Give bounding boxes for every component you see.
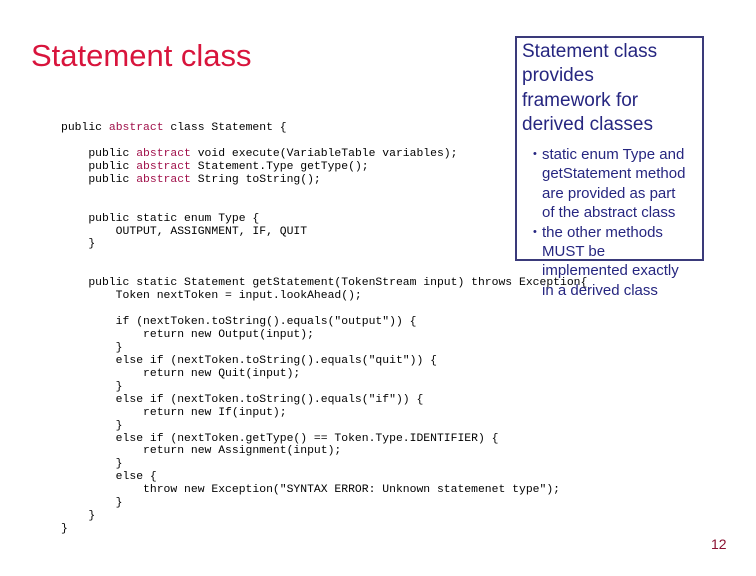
- code-line: }: [61, 458, 587, 471]
- code-text: return new Quit(input);: [61, 367, 301, 380]
- callout-heading-line: framework for: [522, 89, 639, 111]
- code-keyword: abstract: [136, 160, 191, 173]
- code-text: public: [61, 147, 137, 160]
- code-text: public static Statement getStatement(Tok…: [61, 277, 588, 290]
- code-text: }: [61, 458, 123, 471]
- bullet-text-line: implemented exactly: [542, 262, 679, 280]
- code-line: }: [61, 523, 587, 536]
- code-text: OUTPUT, ASSIGNMENT, IF, QUIT: [61, 225, 308, 238]
- code-text: public: [61, 122, 109, 134]
- code-text: }: [61, 380, 123, 393]
- code-line: public static enum Type {: [61, 213, 587, 226]
- code-line: public static Statement getStatement(Tok…: [61, 277, 587, 290]
- code-line: public abstract Statement.Type getType()…: [61, 161, 587, 174]
- bullet-text-line: getStatement method: [542, 165, 686, 183]
- code-text: public static enum Type {: [61, 212, 260, 225]
- code-text: class Statement {: [163, 122, 287, 134]
- code-text: return new Assignment(input);: [61, 445, 342, 458]
- code-text: }: [61, 238, 96, 251]
- code-line: return new If(input);: [61, 407, 587, 420]
- bullet-text-line: in a derived class: [542, 281, 658, 299]
- code-line: return new Assignment(input);: [61, 445, 587, 458]
- code-text: public: [61, 160, 137, 173]
- code-line: }: [61, 497, 587, 510]
- bullet-text-line: static enum Type and: [542, 146, 685, 163]
- code-line: }: [61, 238, 587, 251]
- code-text: }: [61, 510, 96, 523]
- code-text: if (nextToken.toString().equals("output"…: [61, 316, 417, 329]
- code-line: return new Quit(input);: [61, 368, 587, 381]
- callout-heading-line: derived classes: [522, 113, 653, 135]
- code-line: public abstract String toString();: [61, 174, 587, 187]
- code-line: else if (nextToken.toString().equals("qu…: [61, 355, 587, 368]
- code-line: OUTPUT, ASSIGNMENT, IF, QUIT: [61, 226, 587, 239]
- code-text: void execute(VariableTable variables);: [190, 147, 458, 160]
- bullet-text-line: MUST be: [542, 243, 606, 261]
- code-text: throw new Exception("SYNTAX ERROR: Unkno…: [61, 484, 560, 497]
- bullet-text-line: are provided as part: [542, 184, 676, 202]
- code-text: public: [61, 173, 137, 186]
- code-text: String toString();: [190, 173, 321, 186]
- code-line: }: [61, 342, 587, 355]
- code-line: public abstract class Statement {: [61, 122, 587, 135]
- callout-heading: Statement class provides framework for deri…: [522, 40, 702, 137]
- code-line: }: [61, 510, 587, 523]
- code-keyword: abstract: [108, 122, 164, 134]
- code-text: else if (nextToken.toString().equals("qu…: [61, 354, 437, 367]
- code-text: Token nextToken = input.lookAhead();: [61, 290, 362, 303]
- callout-bullet: • the other methods MUST be implemented exa…: [530, 223, 705, 301]
- callout-heading-line: provides: [522, 65, 594, 87]
- code-text: }: [61, 523, 68, 536]
- callout-bullet: • static enum Type and getStatement method…: [530, 145, 705, 223]
- code-text: return new If(input);: [61, 406, 287, 419]
- code-text: else if (nextToken.toString().equals("if…: [61, 393, 424, 406]
- code-text: }: [61, 419, 123, 432]
- code-line: return new Output(input);: [61, 329, 587, 342]
- code-line: public abstract void execute(VariableTab…: [61, 148, 587, 161]
- code-line: else {: [61, 471, 587, 484]
- code-text: }: [61, 341, 123, 354]
- bullet-icon: •: [533, 225, 537, 238]
- code-keyword: abstract: [136, 173, 191, 186]
- code-text: return new Output(input);: [61, 329, 314, 341]
- code-text: }: [61, 497, 123, 510]
- code-line: }: [61, 381, 587, 394]
- code-line: else if (nextToken.toString().equals("if…: [61, 394, 587, 407]
- bullet-text-line: of the abstract class: [542, 204, 676, 222]
- code-line: }: [61, 420, 587, 433]
- slide-title: Statement class: [31, 38, 252, 73]
- code-text: Statement.Type getType();: [190, 160, 369, 173]
- code-text: else {: [61, 471, 157, 484]
- callout-bullets: • static enum Type and getStatement method…: [530, 145, 705, 300]
- code-line: throw new Exception("SYNTAX ERROR: Unkno…: [61, 484, 587, 497]
- code-line: if (nextToken.toString().equals("output"…: [61, 316, 587, 329]
- bullet-icon: •: [533, 148, 537, 160]
- code-block: public abstract class Statement { public…: [61, 122, 587, 536]
- code-line: else if (nextToken.getType() == Token.Ty…: [61, 433, 587, 446]
- page-number: 12: [711, 536, 727, 552]
- code-line: Token nextToken = input.lookAhead();: [61, 290, 587, 303]
- bullet-text-line: the other methods: [542, 223, 663, 241]
- callout-heading-line: Statement class: [522, 41, 658, 62]
- code-text: else if (nextToken.getType() == Token.Ty…: [61, 432, 499, 445]
- code-keyword: abstract: [136, 147, 191, 160]
